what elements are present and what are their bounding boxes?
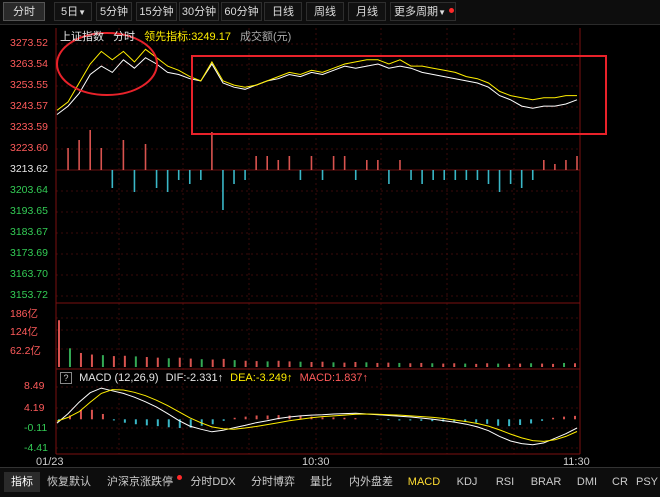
price-axis-label: 3163.70 [10,268,48,280]
macd-legend: ? MACD (12,26,9) DIF:-2.331↑ DEA:-3.249↑… [60,372,368,384]
macd-axis-label: 4.19 [24,402,45,414]
leading-label: 领先指标: [144,31,192,43]
tab-kdj[interactable]: KDJ [450,472,484,492]
price-axis-label: 3223.60 [10,142,48,154]
volume-axis-label: 124亿 [10,326,39,338]
price-axis-label: 3183.67 [10,226,48,238]
price-axis-label: 3243.57 [10,100,48,112]
tab-psy[interactable]: PSY [634,472,660,492]
mode-label: 分时 [113,31,136,43]
tab-cr[interactable]: CR [608,472,632,492]
macd-dea: DEA:-3.249↑ [230,372,293,384]
help-icon[interactable]: ? [60,372,72,384]
macd-axis-label: -4.41 [24,442,48,454]
macd-title: MACD (12,26,9) [79,372,159,384]
highlight-box [191,55,607,135]
price-line-leading [56,48,577,111]
price-axis-label: 3173.69 [10,247,48,259]
tab-indicators[interactable]: 指标 [4,472,40,492]
macd-axis-label: -0.11 [24,422,48,434]
macd-value: MACD:1.837↑ [299,372,369,384]
volume-label: 成交额(元) [240,31,292,43]
macd-axis-label: 8.49 [24,380,45,392]
tab-ddx[interactable]: 分时DDX [188,472,238,492]
leading-value: 3249.17 [191,31,231,43]
main-legend: 上证指数 分时 领先指标:3249.17 成交额(元) [60,28,291,44]
tab-brar[interactable]: BRAR [526,472,566,492]
volume-axis-label: 186亿 [10,308,39,320]
tab-restore-default[interactable]: 恢复默认 [44,472,94,492]
indicator-toolbar: 指标 恢复默认 沪深京涨跌停 分时DDX 分时博弈 量比 内外盘差 MACD K… [0,467,660,497]
intraday-chart[interactable] [0,0,660,467]
volume-axis-label: 62.2亿 [10,345,41,357]
tab-volume-ratio[interactable]: 量比 [306,472,336,492]
tab-inner-outer[interactable]: 内外盘差 [344,472,398,492]
price-axis-label: 3273.52 [10,37,48,49]
index-name: 上证指数 [60,31,104,43]
macd-dif: DIF:-2.331↑ [165,372,224,384]
tab-game[interactable]: 分时博弈 [246,472,300,492]
tab-limit-label: 沪深京涨跌停 [107,476,173,488]
price-axis-label: 3213.62 [10,163,48,175]
tab-rsi[interactable]: RSI [490,472,520,492]
price-axis-label: 3153.72 [10,289,48,301]
notification-dot [177,475,182,480]
tab-macd[interactable]: MACD [404,472,444,492]
price-axis-label: 3203.64 [10,184,48,196]
price-axis-label: 3263.54 [10,58,48,70]
tab-dmi[interactable]: DMI [572,472,602,492]
price-axis-label: 3253.55 [10,79,48,91]
price-axis-label: 3233.59 [10,121,48,133]
tab-limit-up-down[interactable]: 沪深京涨跌停 [100,472,182,492]
price-axis-label: 3193.65 [10,205,48,217]
macd-line-dif [56,387,578,446]
